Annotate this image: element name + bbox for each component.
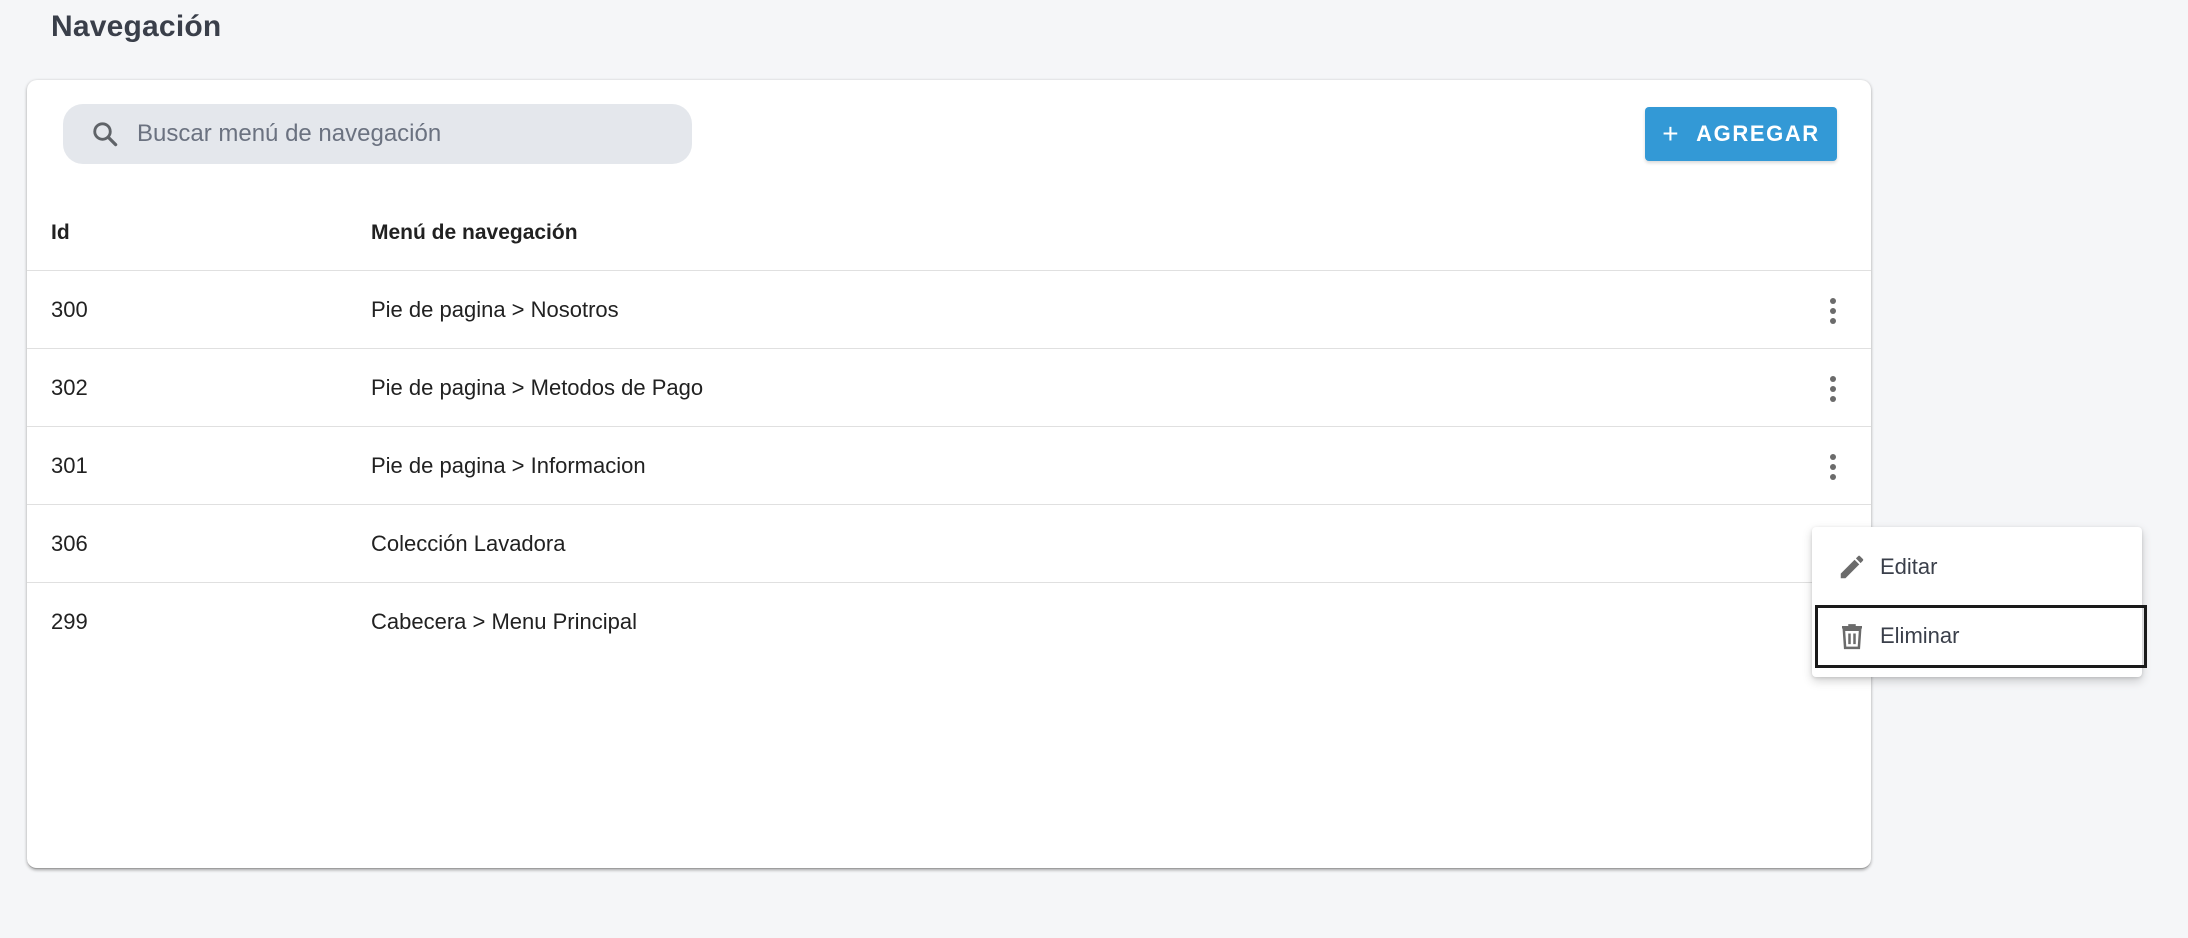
row-context-menu: Editar Eliminar — [1812, 527, 2142, 677]
table-row[interactable]: 300 Pie de pagina > Nosotros — [27, 271, 1871, 349]
table-row[interactable]: 302 Pie de pagina > Metodos de Pago — [27, 349, 1871, 427]
search-input[interactable] — [135, 113, 659, 155]
menu-item-delete[interactable]: Eliminar — [1812, 605, 2142, 667]
row-actions-button[interactable] — [1815, 449, 1851, 485]
cell-id: 301 — [51, 453, 88, 478]
menu-item-edit[interactable]: Editar — [1812, 536, 2142, 598]
cell-id: 306 — [51, 531, 88, 556]
cell-menu: Pie de pagina > Nosotros — [371, 297, 619, 322]
more-vertical-icon — [1830, 298, 1836, 324]
table-row[interactable]: 299 Cabecera > Menu Principal — [27, 583, 1871, 660]
more-vertical-icon — [1830, 376, 1836, 402]
row-actions-button[interactable] — [1815, 293, 1851, 329]
pencil-icon — [1836, 551, 1868, 583]
more-vertical-icon — [1830, 454, 1836, 480]
cell-id: 302 — [51, 375, 88, 400]
search-icon — [89, 118, 121, 150]
navigation-table-card: + AGREGAR Id Menú de navegación 300 Pie … — [27, 80, 1871, 869]
cell-menu: Pie de pagina > Metodos de Pago — [371, 375, 704, 400]
menu-item-edit-label: Editar — [1880, 554, 1938, 579]
column-header-menu[interactable]: Menú de navegación — [371, 196, 578, 270]
plus-icon: + — [1662, 118, 1681, 149]
cell-menu: Colección Lavadora — [371, 531, 566, 556]
column-header-id[interactable]: Id — [51, 196, 70, 270]
table-row[interactable]: 301 Pie de pagina > Informacion — [27, 427, 1871, 505]
cell-menu: Cabecera > Menu Principal — [371, 609, 637, 634]
row-actions-button[interactable] — [1815, 371, 1851, 407]
cell-id: 300 — [51, 297, 88, 322]
menu-item-delete-label: Eliminar — [1880, 623, 1960, 648]
add-button-label: AGREGAR — [1696, 121, 1820, 146]
search-bar[interactable] — [63, 104, 692, 164]
table-header: Id Menú de navegación — [27, 196, 1871, 271]
add-button[interactable]: + AGREGAR — [1645, 107, 1837, 161]
cell-id: 299 — [51, 609, 88, 634]
table-row[interactable]: 306 Colección Lavadora — [27, 505, 1871, 583]
page-title: Navegación — [51, 10, 222, 43]
table-body: 300 Pie de pagina > Nosotros 302 Pie de … — [27, 271, 1871, 660]
cell-menu: Pie de pagina > Informacion — [371, 453, 646, 478]
trash-icon — [1836, 620, 1868, 652]
